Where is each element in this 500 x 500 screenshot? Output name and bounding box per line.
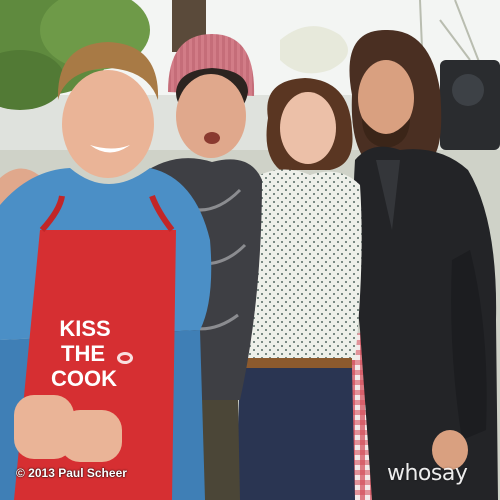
apron-text-cook: COOK [51,366,117,391]
apron-text-kiss: KISS [59,316,110,341]
group-photo: KISS THE COOK © 2013 Paul Scheer whosay [0,0,500,500]
photo-illustration: KISS THE COOK [0,0,500,500]
copyright-caption: © 2013 Paul Scheer [16,466,127,480]
apron-text-the: THE [61,341,105,366]
whosay-watermark: whosay [387,461,468,486]
